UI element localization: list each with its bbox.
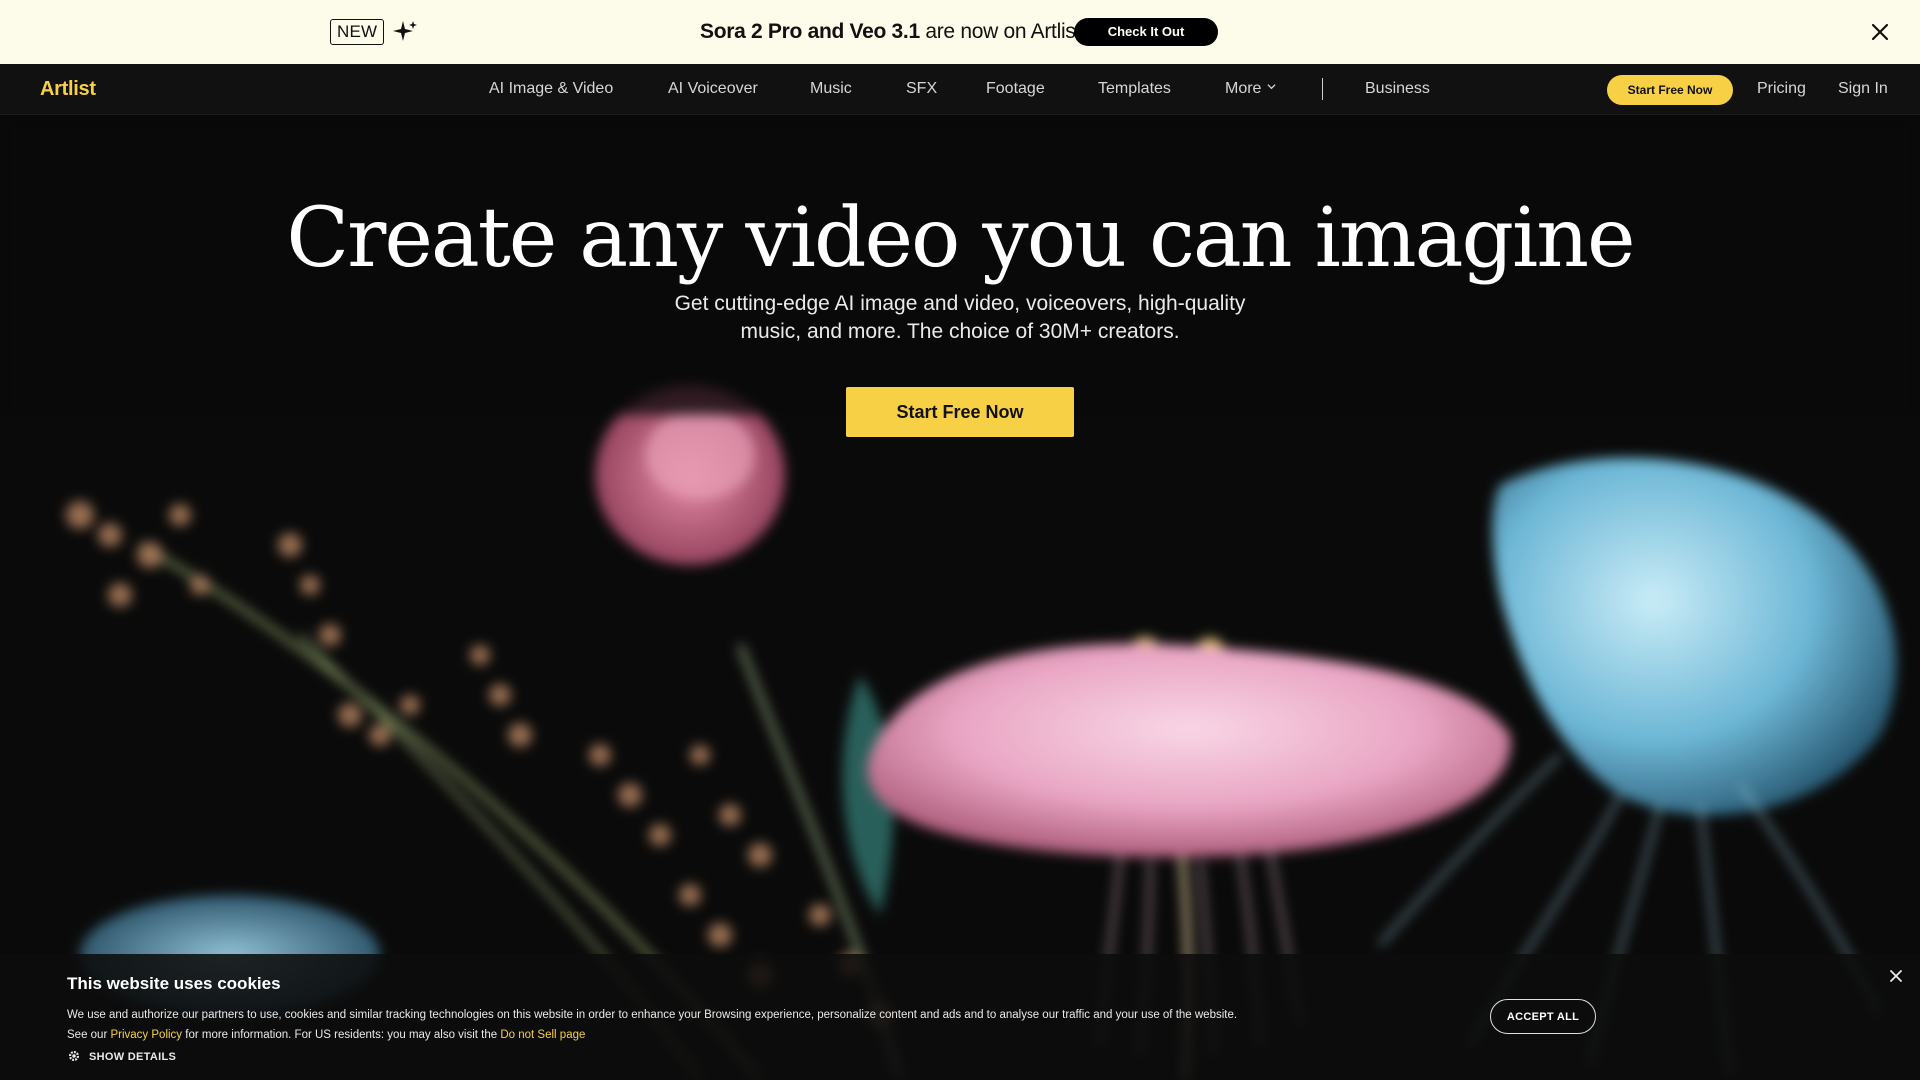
announcement-bar: NEW Sora 2 Pro and Veo 3.1 are now on Ar… <box>0 0 1920 64</box>
cookie-title: This website uses cookies <box>67 974 281 993</box>
nav-item-business[interactable]: Business <box>1365 80 1430 98</box>
new-badge: NEW <box>330 19 385 45</box>
nav-item-more[interactable]: More <box>1225 80 1277 98</box>
chevron-down-icon <box>1267 84 1277 90</box>
start-free-now-hero-button[interactable]: Start Free Now <box>846 387 1074 437</box>
artlist-logo[interactable]: Artlist <box>40 78 96 101</box>
nav-divider <box>1322 78 1323 100</box>
cookie-text-part-2: for more information. For US residents: … <box>182 1029 501 1041</box>
check-it-out-button[interactable]: Check It Out <box>1074 18 1218 46</box>
hero-subheadline: Get cutting-edge AI image and video, voi… <box>640 290 1280 346</box>
announcement-highlight: Sora 2 Pro and Veo 3.1 <box>700 20 920 43</box>
accept-all-button[interactable]: ACCEPT ALL <box>1490 999 1596 1034</box>
close-icon[interactable] <box>1889 969 1903 983</box>
nav-item-pricing[interactable]: Pricing <box>1757 80 1806 98</box>
sparkle-icon <box>393 21 417 41</box>
cookie-banner: This website uses cookies We use and aut… <box>0 954 1920 1080</box>
gear-icon <box>68 1050 80 1062</box>
close-icon[interactable] <box>1868 20 1892 44</box>
hero-subheadline-line-2: music, and more. The choice of 30M+ crea… <box>740 320 1180 343</box>
nav-item-ai-voiceover[interactable]: AI Voiceover <box>668 80 758 98</box>
cookie-description: We use and authorize our partners to use… <box>67 1005 1247 1045</box>
main-nav: Artlist AI Image & Video AI Voiceover Mu… <box>0 64 1920 115</box>
start-free-now-nav-button[interactable]: Start Free Now <box>1607 75 1733 105</box>
hero-subheadline-line-1: Get cutting-edge AI image and video, voi… <box>674 292 1246 315</box>
nav-item-footage[interactable]: Footage <box>986 80 1045 98</box>
announcement-rest: are now on Artlist! <box>919 20 1087 43</box>
nav-item-templates[interactable]: Templates <box>1098 80 1171 98</box>
nav-item-sfx[interactable]: SFX <box>906 80 937 98</box>
hero-headline: Create any video you can imagine <box>286 191 1635 286</box>
nav-item-music[interactable]: Music <box>810 80 852 98</box>
show-details-label: SHOW DETAILS <box>89 1051 177 1063</box>
nav-item-sign-in[interactable]: Sign In <box>1838 80 1888 98</box>
show-details-toggle[interactable]: SHOW DETAILS <box>67 1049 176 1063</box>
do-not-sell-link[interactable]: Do not Sell page <box>500 1029 585 1041</box>
announcement-text: Sora 2 Pro and Veo 3.1 are now on Artlis… <box>700 19 1087 45</box>
hero-section: Create any video you can imagine Get cut… <box>0 115 1920 1080</box>
nav-more-label: More <box>1225 80 1262 97</box>
nav-item-ai-image-video[interactable]: AI Image & Video <box>489 80 613 98</box>
privacy-policy-link[interactable]: Privacy Policy <box>110 1029 182 1041</box>
